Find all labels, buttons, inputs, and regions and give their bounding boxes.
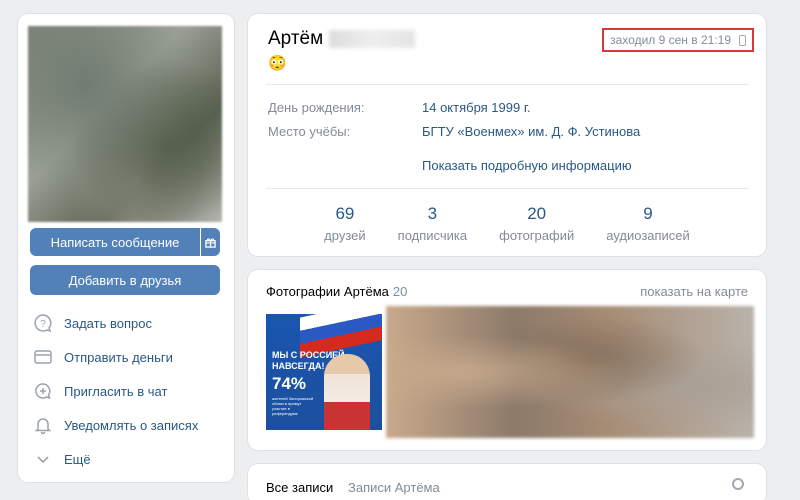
more-item[interactable]: Ещё [32,442,222,476]
education-value[interactable]: БГТУ «Военмех» им. Д. Ф. Устинова [422,124,640,139]
bell-icon [32,414,54,436]
action-label: Ещё [64,451,91,467]
last-seen-status: заходил 9 сен в 21:19 [602,28,754,52]
action-label: Задать вопрос [64,315,152,331]
stat-label: аудиозаписей [606,228,690,243]
stat-number: 9 [643,204,653,223]
avatar[interactable] [28,26,222,222]
wall-tabs-card: Все записи Записи Артёма [248,464,766,500]
last-seen-text: заходил 9 сен в 21:19 [610,33,731,47]
divider [266,84,748,85]
stat-number: 69 [335,204,355,223]
write-message-button[interactable]: Написать сообщение [30,228,200,256]
stat-photos[interactable]: 20 фотографий [499,204,574,243]
notify-posts-item[interactable]: Уведомлять о записях [32,408,222,442]
birthday-label: День рождения: [268,100,365,115]
tab-own-posts[interactable]: Записи Артёма [348,480,440,495]
profile-name: Артём [268,28,416,50]
birthday-value[interactable]: 14 октября 1999 г. [422,100,531,115]
photo-thumbnail[interactable] [386,306,754,438]
status-emoji: 😳 [268,55,287,72]
stat-label: фотографий [499,228,575,243]
action-label: Уведомлять о записях [64,417,199,433]
ask-question-item[interactable]: ? Задать вопрос [32,306,222,340]
action-label: Пригласить в чат [64,383,168,399]
profile-stats: 69 друзей 3 подписчика 20 фотографий 9 а… [248,204,766,243]
stat-friends[interactable]: 69 друзей [324,204,365,243]
stat-label: подписчика [397,228,468,243]
action-label: Отправить деньги [64,349,173,365]
photos-count: 20 [392,284,408,299]
tab-all-posts[interactable]: Все записи [266,480,333,495]
gift-button[interactable] [201,228,220,256]
svg-text:?: ? [40,319,46,330]
invite-to-chat-item[interactable]: Пригласить в чат [32,374,222,408]
stat-audio[interactable]: 9 аудиозаписей [606,204,690,243]
profile-info-card: Артём 😳 заходил 9 сен в 21:19 День рожде… [248,14,766,256]
poster-caption: жителей Запорожской области примут участ… [272,396,314,416]
photos-header[interactable]: Фотографии Артёма 20 [266,284,407,299]
photos-title: Фотографии Артёма [266,284,389,299]
mobile-icon [739,34,746,46]
poster-figure [324,354,370,430]
poster-percent: 74% [272,374,307,393]
add-friend-button[interactable]: Добавить в друзья [30,265,220,295]
chat-add-icon [32,380,54,402]
search-icon[interactable] [732,478,744,490]
photo-thumbnail[interactable]: МЫ С РОССИЕЙ НАВСЕГДА! 74% жителей Запоро… [266,314,382,430]
profile-first-name: Артём [268,28,324,49]
stat-number: 3 [427,204,438,223]
education-label: Место учёбы: [268,124,351,139]
divider [266,188,748,189]
photos-card: Фотографии Артёма 20 показать на карте МЫ… [248,270,766,450]
show-on-map-link[interactable]: показать на карте [640,284,748,299]
send-money-item[interactable]: Отправить деньги [32,340,222,374]
stat-label: друзей [324,228,366,243]
show-more-info-link[interactable]: Показать подробную информацию [422,158,632,173]
stat-followers[interactable]: 3 подписчика [398,204,467,243]
stat-number: 20 [527,204,547,223]
gift-icon [205,237,216,248]
action-list: ? Задать вопрос Отправить деньги Приглас… [32,306,222,476]
poster-line-2: НАВСЕГДА! [272,361,325,371]
money-icon [32,346,54,368]
chevron-down-icon [32,448,54,470]
hidden-surname [329,30,416,48]
question-icon: ? [32,312,54,334]
profile-sidebar: Написать сообщение Добавить в друзья ? З… [18,14,234,482]
